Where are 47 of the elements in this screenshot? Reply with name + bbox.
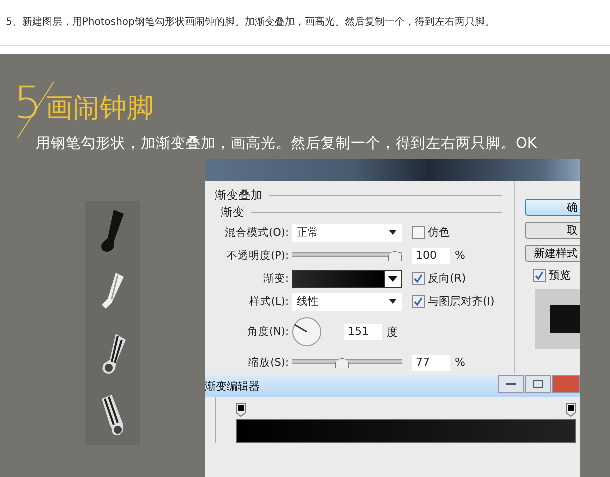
minimize-button[interactable] — [498, 375, 524, 393]
field-label: 角度(N): — [246, 325, 289, 339]
color-stop-icon[interactable] — [566, 403, 576, 417]
slider-thumb[interactable] — [335, 358, 350, 368]
maximize-icon — [533, 380, 543, 388]
article-caption: 5、新建图层，用Photoshop钢笔勾形状画闹钟的脚。加渐变叠加，画高光。然后复制一个，得到左右两只脚。 — [6, 17, 495, 28]
minimize-icon — [506, 382, 516, 386]
unit-label: % — [455, 249, 466, 262]
value-field[interactable]: 151 — [344, 324, 382, 340]
checkbox[interactable] — [412, 272, 425, 285]
unit-label: % — [455, 356, 466, 369]
field-label: 不透明度(P): — [226, 248, 289, 262]
step-title: 画闹钟脚 — [46, 95, 154, 122]
slider-thumb[interactable] — [388, 250, 402, 262]
preview-swatch — [550, 305, 580, 333]
dialog-button[interactable]: 确 — [525, 199, 580, 216]
field-label: 样式(L): — [248, 294, 289, 308]
step-description: 用钢笔勾形状，加渐变叠加，画高光。然后复制一个，得到左右两只脚。OK — [35, 134, 538, 153]
value-field[interactable]: 77 — [412, 354, 450, 370]
field-label: 缩放(S): — [248, 356, 289, 370]
field-label: 渐变: — [262, 272, 289, 286]
caret-icon — [388, 276, 398, 282]
gradient-bar[interactable] — [236, 419, 576, 443]
caret-icon — [389, 230, 397, 235]
value-field[interactable]: 100 — [412, 248, 450, 264]
angle-dial[interactable] — [292, 317, 322, 347]
dialog-button[interactable]: 新建样式 — [525, 245, 580, 262]
checkbox-label: 预览 — [549, 268, 571, 283]
checkbox-label: 反向(R) — [428, 271, 466, 286]
maximize-button[interactable] — [525, 375, 551, 393]
window-title: 渐变编辑器 — [205, 378, 260, 394]
dropdown[interactable]: 线性 — [292, 292, 402, 310]
step-number: 5 — [14, 82, 42, 126]
checkbox-label: 与图层对齐(I) — [428, 294, 495, 309]
dropdown[interactable]: 正常 — [292, 224, 402, 242]
color-stop-icon[interactable] — [236, 403, 246, 417]
group-title: 渐变 — [221, 205, 245, 220]
caret-icon — [389, 299, 397, 304]
checkbox[interactable] — [533, 269, 546, 282]
gradient-picker[interactable] — [292, 270, 402, 288]
checkbox-label: 仿色 — [428, 225, 450, 240]
checkbox[interactable] — [412, 295, 425, 308]
field-label: 混合模式(O): — [224, 226, 289, 240]
checkbox[interactable] — [412, 226, 425, 239]
section-title: 渐变叠加 — [215, 188, 263, 203]
unit-label: 度 — [387, 324, 398, 340]
dialog-button[interactable]: 取 — [525, 222, 580, 239]
